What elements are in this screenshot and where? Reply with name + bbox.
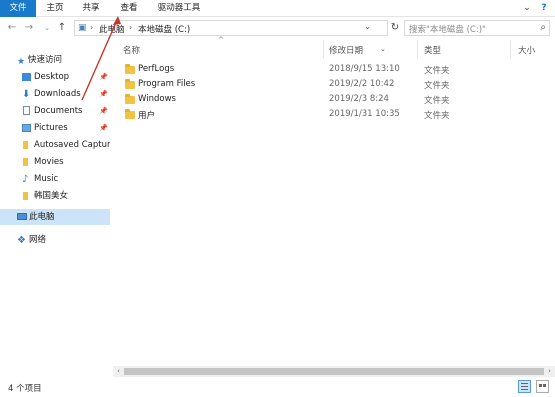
annotation-arrow bbox=[81, 16, 121, 101]
